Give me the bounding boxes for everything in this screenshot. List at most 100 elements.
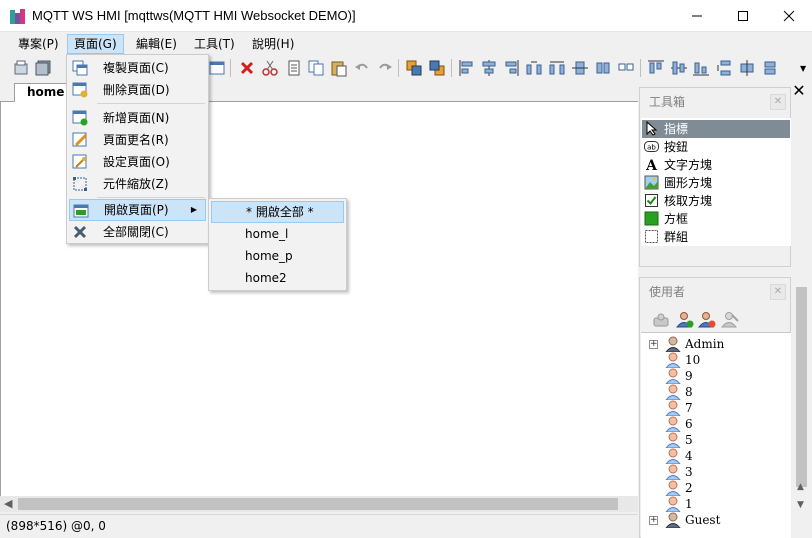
toolbox-header: 工具箱 ✕ [640,88,790,116]
center-vertical-icon[interactable] [738,59,756,77]
same-width-icon[interactable] [594,59,612,77]
user-icon [665,352,681,368]
users-title: 使用者 [649,285,686,299]
align-top-icon[interactable] [647,59,665,77]
expand-icon[interactable]: + [649,340,658,349]
frame-icon [644,211,659,226]
users-toolbar [641,308,791,332]
tool-checkbox[interactable]: 核取方塊 [642,192,790,210]
vertical-scroll-thumb[interactable] [796,287,807,487]
app-icon [10,9,25,24]
maximize-button[interactable] [720,0,766,32]
horizontal-scroll-thumb[interactable] [18,498,618,510]
rename-page-icon [72,132,88,147]
svg-text:A: A [645,158,658,172]
same-height-icon[interactable] [761,59,779,77]
users-close-button[interactable]: ✕ [770,284,786,300]
page-settings-icon [72,154,87,169]
user-icon [665,368,681,384]
page-list-icon[interactable] [208,59,226,77]
user-icon [665,464,681,480]
user-icon [665,416,681,432]
minimize-icon [692,15,702,17]
edit-user-icon[interactable] [698,311,716,329]
vertical-scrollbar[interactable]: ▲ ▼ [793,100,810,512]
button-icon: ab [644,141,659,152]
align-right-icon[interactable] [502,59,520,77]
tool-group[interactable]: 群組 [642,228,790,246]
user-key-icon[interactable] [652,311,670,329]
align-center-icon[interactable] [480,59,498,77]
toolbox-list: 指標 ab 按鈕 A 文字方塊 圖形方塊 核取方塊 方框 群組 [641,118,791,246]
tool-frame[interactable]: 方框 [642,210,790,228]
close-icon [783,10,795,22]
paste-icon[interactable] [330,59,348,77]
menu-project[interactable]: 專案(P) [12,34,65,54]
toolbox-close-button[interactable]: ✕ [770,94,786,110]
space-vertical-icon[interactable] [715,59,733,77]
close-all-icon [73,225,87,239]
menu-edit[interactable]: 編輯(E) [130,34,183,54]
tab-home[interactable]: home [14,83,74,102]
close-window-button[interactable] [766,0,812,32]
tool-text[interactable]: A 文字方塊 [642,156,790,174]
user-group-icon [665,336,681,352]
tool-button[interactable]: ab 按鈕 [642,138,790,156]
save-all-icon[interactable] [34,59,52,77]
equal-space-icon[interactable] [548,59,566,77]
menu-page-settings[interactable]: 設定頁面(O) [69,151,206,173]
picture-icon [644,175,659,190]
tool-picture[interactable]: 圖形方塊 [642,174,790,192]
close-panel-button[interactable]: ✕ [790,82,808,100]
menu-tools[interactable]: 工具(T) [188,34,241,54]
user-icon [665,400,681,416]
space-horizontal-icon[interactable] [525,59,543,77]
menu-page[interactable]: 頁面(G) [67,34,124,54]
align-middle-icon[interactable] [670,59,688,77]
menu-scale-components[interactable]: 元件縮放(Z) [69,173,206,195]
user-group-icon [665,512,681,528]
expand-icon[interactable]: + [649,516,658,525]
redo-icon[interactable] [376,59,394,77]
align-bottom-icon[interactable] [692,59,710,77]
horizontal-scrollbar[interactable]: ◀ [0,496,638,512]
properties-icon[interactable] [285,59,303,77]
tool-pointer[interactable]: 指標 [642,120,790,138]
toolbar-overflow-icon[interactable]: ▼ [800,64,806,73]
send-to-back-icon[interactable] [428,59,446,77]
submenu-page-item[interactable]: home_l [211,223,344,245]
cut-icon[interactable] [261,59,279,77]
minimize-button[interactable] [674,0,720,32]
scroll-down-icon[interactable]: ▼ [797,500,804,510]
menu-help[interactable]: 說明(H) [246,34,300,54]
scale-icon [73,177,87,191]
window-title: MQTT WS HMI [mqttws(MQTT HMI Websocket D… [32,8,356,23]
user-icon [665,384,681,400]
menu-delete-page[interactable]: 刪除頁面(D) [69,79,206,101]
align-left-icon[interactable] [458,59,476,77]
remove-user-icon[interactable] [721,311,739,329]
scroll-left-icon[interactable]: ◀ [4,497,12,510]
delete-icon[interactable] [238,59,256,77]
open-project-icon[interactable] [12,59,30,77]
menu-open-page[interactable]: 開啟頁面(P) ▶ [69,199,206,221]
menu-copy-page[interactable]: 複製頁面(C) [69,57,206,79]
bring-to-front-icon[interactable] [405,59,423,77]
copy-icon[interactable] [307,59,325,77]
undo-icon[interactable] [353,59,371,77]
menu-new-page[interactable]: 新增頁面(N) [69,107,206,129]
add-user-icon[interactable] [676,311,694,329]
submenu-open-all[interactable]: * 開啟全部 * [211,201,344,223]
center-horizontal-icon[interactable] [571,59,589,77]
menu-rename-page[interactable]: 頁面更名(R) [69,129,206,151]
same-size-icon[interactable] [617,59,635,77]
submenu-page-item[interactable]: home_p [211,245,344,267]
svg-text:ab: ab [647,144,656,152]
group-icon [645,230,658,243]
pointer-icon [646,121,658,136]
menu-bar: 專案(P) 頁面(G) 編輯(E) 工具(T) 說明(H) [0,33,812,55]
scroll-up-icon[interactable]: ▲ [797,482,804,492]
submenu-page-item[interactable]: home2 [211,267,344,289]
menu-close-all[interactable]: 全部關閉(C) [69,221,206,243]
open-page-icon [73,204,89,218]
